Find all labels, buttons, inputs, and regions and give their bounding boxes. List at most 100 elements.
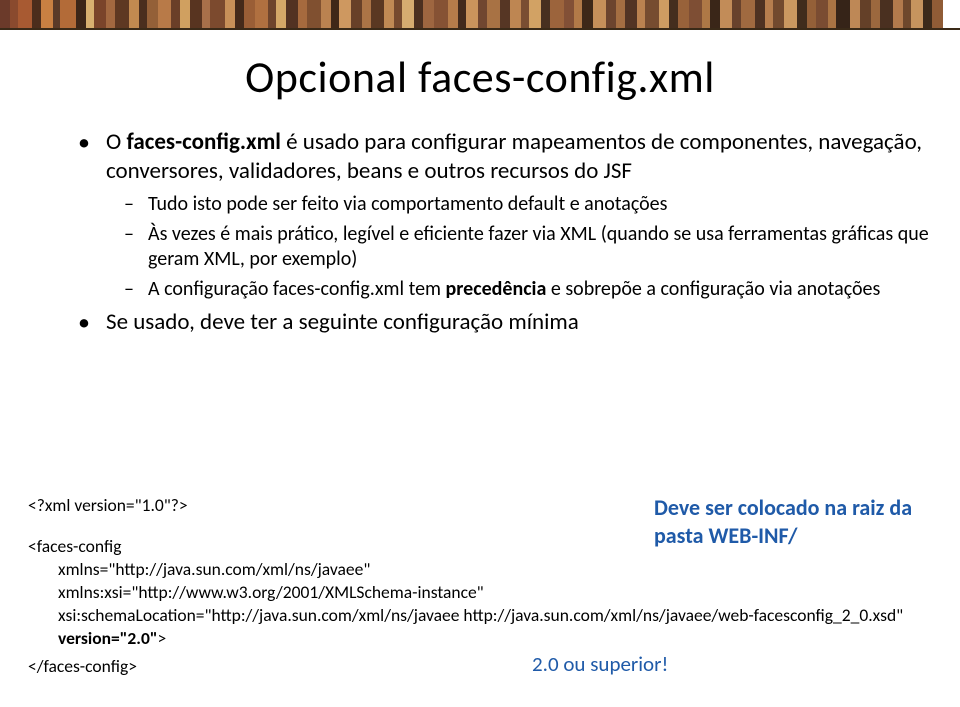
book-spine [550, 0, 564, 28]
book-spine [784, 0, 797, 28]
book-spine [180, 0, 190, 28]
sub-bullet-3-bold: precedência [446, 277, 547, 301]
book-spine [394, 0, 402, 28]
book-spine [448, 0, 458, 28]
slide-content: Opcional faces-config.xml O faces-config… [0, 30, 960, 707]
book-spine [384, 0, 394, 28]
book-spine [689, 0, 702, 28]
book-spine [86, 0, 94, 28]
book-spine [115, 0, 129, 28]
book-spine [606, 0, 616, 28]
book-spine [414, 0, 423, 28]
book-spine [521, 0, 529, 28]
slide-title: Opcional faces-config.xml [28, 50, 932, 104]
book-spine [637, 0, 645, 28]
book-spine [720, 0, 732, 28]
book-spine [659, 0, 669, 28]
book-spine [276, 0, 286, 28]
book-spine [765, 0, 773, 28]
sub-bullet-3: A configuração faces-config.xml tem prec… [148, 277, 932, 302]
bullet-2: Se usado, deve ter a seguinte configuraç… [106, 308, 932, 337]
sub-bullet-3-pre: A configuração faces-config.xml tem [148, 277, 446, 301]
book-spine [564, 0, 574, 28]
book-spine [678, 0, 689, 28]
book-spine [307, 0, 321, 28]
code-line-3: xmlns="http://java.sun.com/xml/ns/javaee… [28, 558, 932, 581]
book-spine [828, 0, 836, 28]
book-spine [10, 0, 18, 28]
book-spine [225, 0, 235, 28]
book-spine [710, 0, 720, 28]
book-spine [158, 0, 171, 28]
book-spine [836, 0, 850, 28]
book-spine [911, 0, 923, 28]
book-spine [268, 0, 276, 28]
sub-bullet-2: Às vezes é mais prático, legível e efici… [148, 222, 932, 272]
book-spine [487, 0, 500, 28]
book-spine [923, 0, 932, 28]
book-spine [286, 0, 298, 28]
book-shelf-decoration [0, 0, 960, 30]
book-spine [94, 0, 106, 28]
book-spine [321, 0, 331, 28]
book-spine [434, 0, 448, 28]
book-spine [860, 0, 871, 28]
book-spine [755, 0, 765, 28]
footer-note: 2.0 ou superior! [532, 651, 668, 677]
book-spine [210, 0, 225, 28]
code-line-5: xsi:schemaLocation="http://java.sun.com/… [28, 604, 932, 627]
book-spine [625, 0, 637, 28]
book-spine [702, 0, 710, 28]
code-line-6-bold: version="2.0" [58, 627, 158, 649]
bullet-1: O faces-config.xml é usado para configur… [106, 128, 932, 302]
book-spine [76, 0, 86, 28]
book-spine [593, 0, 606, 28]
book-spine [510, 0, 521, 28]
sub-bullet-1: Tudo isto pode ser feito via comportamen… [148, 192, 932, 217]
book-spine [331, 0, 339, 28]
book-spine [41, 0, 53, 28]
book-spine [773, 0, 784, 28]
book-spine [53, 0, 60, 28]
book-spine [129, 0, 139, 28]
code-line-4: xmlns:xsi="http://www.w3.org/2001/XMLSch… [28, 581, 932, 604]
book-spine [32, 0, 41, 28]
book-spine [880, 0, 893, 28]
book-spine [669, 0, 678, 28]
book-spine [932, 0, 943, 28]
book-spine [402, 0, 414, 28]
callout-note: Deve ser colocado na raiz da pasta WEB-I… [654, 494, 924, 549]
book-spine [807, 0, 816, 28]
book-spine [106, 0, 115, 28]
book-spine [741, 0, 755, 28]
book-spine [574, 0, 582, 28]
book-spine [871, 0, 880, 28]
bullet-list: O faces-config.xml é usado para configur… [28, 128, 932, 336]
book-spine [362, 0, 371, 28]
book-spine [147, 0, 158, 28]
book-spine [202, 0, 210, 28]
book-spine [797, 0, 807, 28]
book-spine [616, 0, 625, 28]
book-spine [816, 0, 828, 28]
code-closing-tag: </faces-config> [28, 655, 137, 677]
book-spine [371, 0, 384, 28]
code-line-6-post: > [158, 627, 167, 649]
book-spine [139, 0, 147, 28]
bullet-1-bold: faces-config.xml [126, 128, 281, 156]
book-spine [235, 0, 244, 28]
book-spine [339, 0, 351, 28]
book-spine [18, 0, 32, 28]
sub-bullet-3-post: e sobrepõe a configuração via anotações [546, 277, 880, 301]
book-spine [903, 0, 911, 28]
book-spine [478, 0, 487, 28]
sub-bullet-list-1: Tudo isto pode ser feito via comportamen… [106, 192, 932, 302]
book-spine [850, 0, 860, 28]
book-spine [255, 0, 268, 28]
book-spine [582, 0, 593, 28]
book-spine [190, 0, 202, 28]
code-line-6: version="2.0"> [28, 627, 932, 650]
book-spine [0, 0, 10, 28]
book-spine [298, 0, 307, 28]
book-spine [500, 0, 510, 28]
